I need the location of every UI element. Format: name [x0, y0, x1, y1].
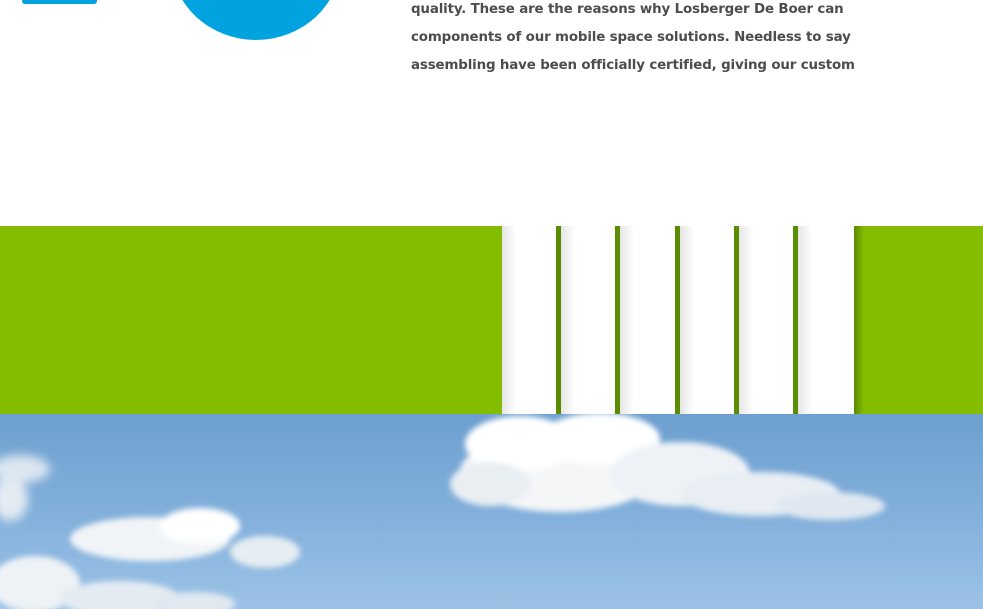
stripe-shadow — [620, 226, 634, 414]
stripe-shadow — [798, 226, 812, 414]
sky-photo — [0, 414, 983, 609]
stripe-shadow — [502, 226, 516, 414]
body-text-line: components of our mobile space solutions… — [411, 30, 851, 45]
cloud-left — [0, 508, 300, 609]
panel-edge-shadow — [854, 226, 864, 414]
striped-white-panel — [502, 226, 854, 414]
cloud-large — [450, 414, 885, 520]
stripe-shadow — [561, 226, 575, 414]
stripe-shadow — [680, 226, 694, 414]
cloud-wisp — [0, 455, 50, 521]
body-text-line: assembling have been officially certifie… — [411, 58, 855, 73]
page: { "body_text": { "lines": [ "quality. Th… — [0, 0, 983, 609]
clouds-illustration — [0, 414, 885, 609]
blue-tab-decoration — [22, 0, 97, 4]
body-text-line: quality. These are the reasons why Losbe… — [411, 2, 844, 17]
blue-circle-decoration — [171, 0, 341, 40]
stripe-shadow — [739, 226, 753, 414]
green-banner — [0, 226, 983, 414]
body-paragraph: quality. These are the reasons why Losbe… — [411, 0, 983, 80]
